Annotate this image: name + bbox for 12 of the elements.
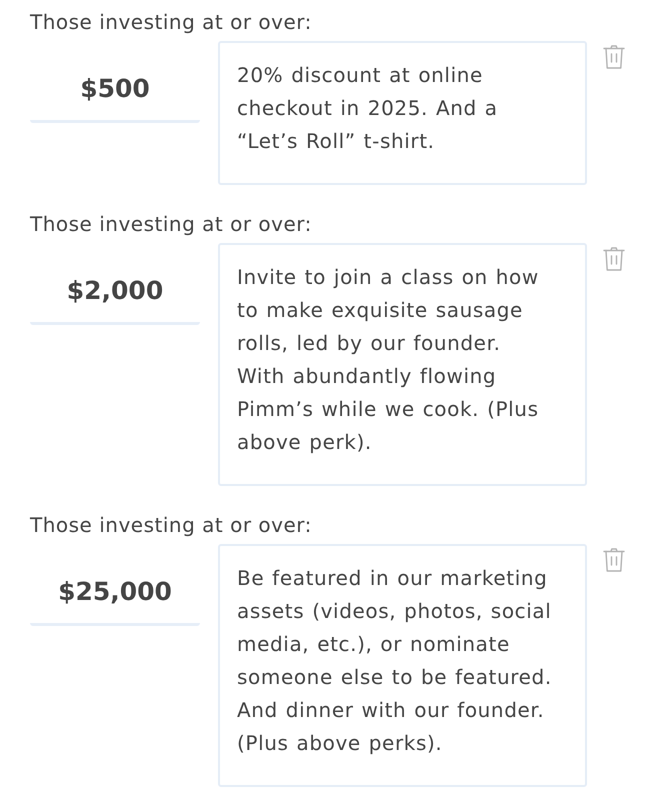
amount-field[interactable]: $2,000	[30, 243, 200, 325]
amount-field[interactable]: $500	[30, 41, 200, 123]
perk-text-field[interactable]: Invite to join a class on how to make exquisite sausage rolls, led by our founder. With abundantly flowing Pimm’s while we cook. (Plus above perk).	[218, 243, 587, 486]
tier-label: Those investing at or over:	[30, 512, 312, 539]
perk-text-field[interactable]: Be featured in our marketing assets (videos, photos, social media, etc.), or nominate someone else to be featured. And dinner with our founder. (Plus above perks).	[218, 544, 587, 787]
amount-field[interactable]: $25,000	[30, 544, 200, 626]
tier-label: Those investing at or over:	[30, 9, 312, 36]
trash-icon[interactable]	[603, 548, 625, 572]
tier-label: Those investing at or over:	[30, 211, 312, 238]
trash-icon[interactable]	[603, 45, 625, 69]
trash-icon[interactable]	[603, 247, 625, 271]
perk-text-field[interactable]: 20% discount at online checkout in 2025. And a “Let’s Roll” t-shirt.	[218, 41, 587, 185]
